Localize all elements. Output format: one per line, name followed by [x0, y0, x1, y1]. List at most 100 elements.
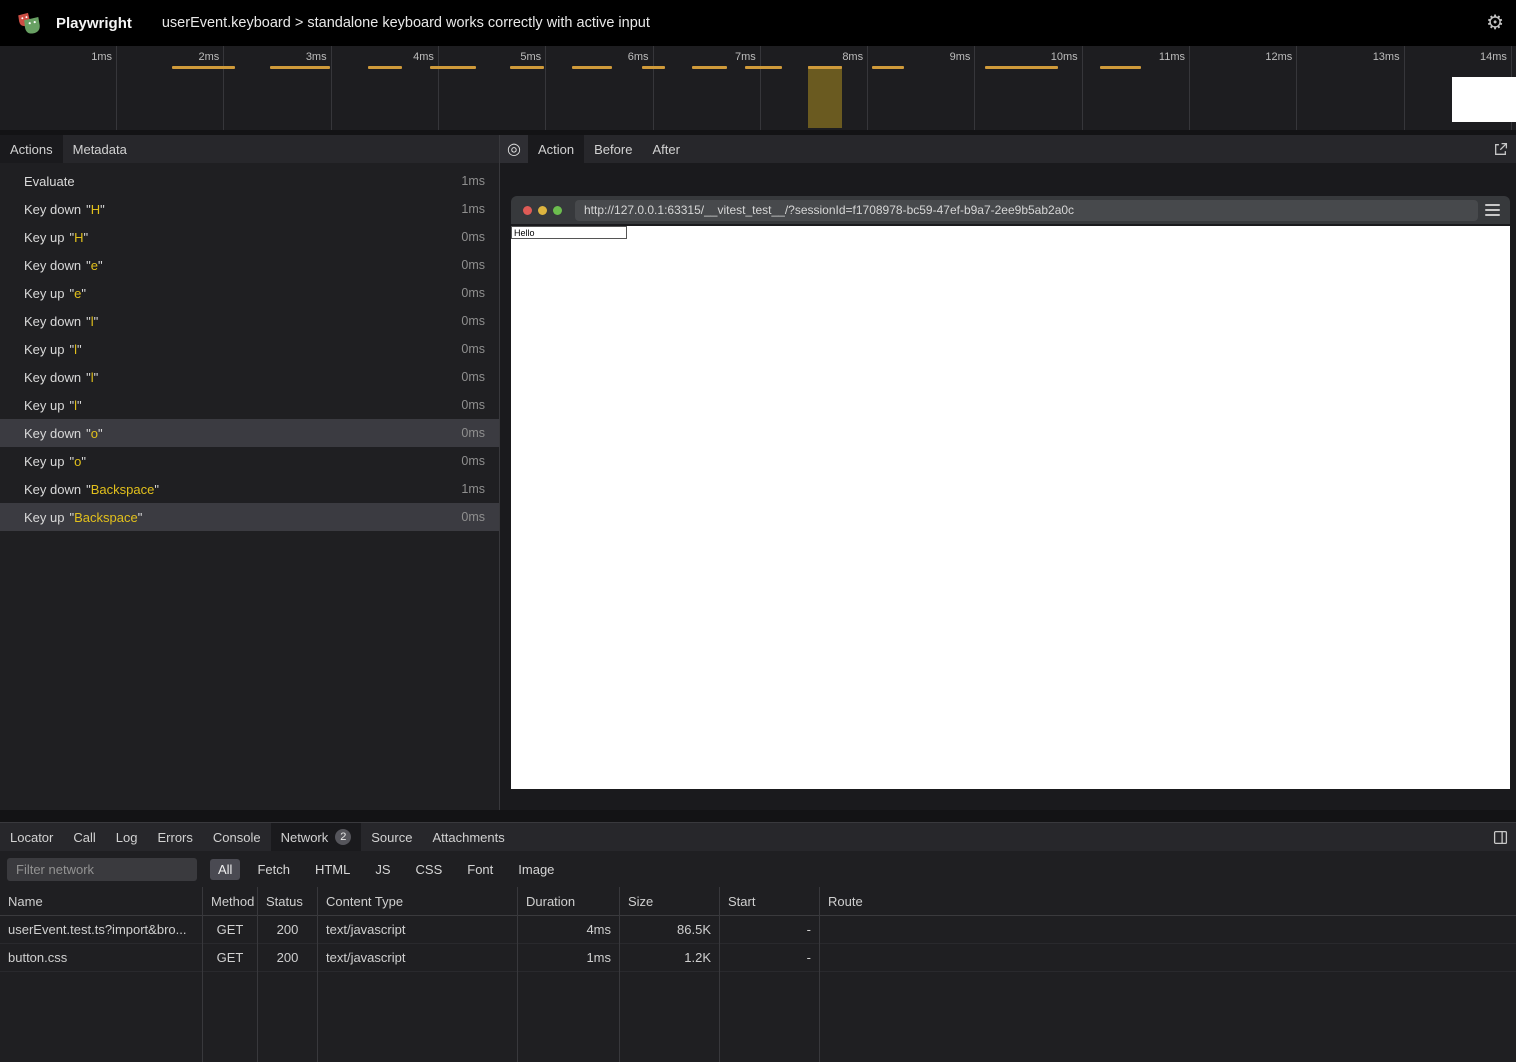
- network-filter-row: All Fetch HTML JS CSS Font Image: [0, 851, 1516, 887]
- tab-label: Action: [538, 142, 574, 157]
- action-row[interactable]: Evaluate1ms: [0, 167, 499, 195]
- network-table: NameuserEvent.test.ts?import&bro...butto…: [0, 887, 1516, 1062]
- network-column-duration: Duration4ms1ms: [518, 887, 620, 1062]
- timeline-gridline: [1082, 46, 1083, 130]
- tab-network[interactable]: Network2: [271, 823, 362, 851]
- details-tabbar: LocatorCallLogErrors Console Network2 Sourc…: [0, 823, 1516, 851]
- network-cell[interactable]: [820, 944, 1516, 972]
- filter-chip-html[interactable]: HTML: [307, 859, 358, 880]
- network-column-start: Start--: [720, 887, 820, 1062]
- action-key: "H": [86, 202, 105, 217]
- filter-chip-image[interactable]: Image: [510, 859, 562, 880]
- tab-label: Metadata: [73, 142, 127, 157]
- action-duration: 0ms: [461, 398, 499, 412]
- timeline-tick-label: 1ms: [24, 51, 112, 63]
- filter-chip-all[interactable]: All: [210, 859, 240, 880]
- network-cell[interactable]: 1ms: [518, 944, 619, 972]
- timeline-tick-label: 10ms: [990, 51, 1078, 63]
- timeline-action-mark: [692, 66, 727, 69]
- timeline-tick-label: 5ms: [453, 51, 541, 63]
- timeline-gridline: [760, 46, 761, 130]
- browser-chrome: http://127.0.0.1:63315/__vitest_test__/?…: [511, 196, 1510, 224]
- network-column-header: Size: [620, 887, 719, 916]
- tab-source[interactable]: Source: [361, 823, 422, 851]
- timeline-action-mark: [270, 66, 330, 69]
- tab-after[interactable]: After: [642, 135, 689, 163]
- network-cell[interactable]: [820, 916, 1516, 944]
- action-row[interactable]: Key up"H"0ms: [0, 223, 499, 251]
- action-row[interactable]: Key up"e"0ms: [0, 279, 499, 307]
- settings-gear-icon[interactable]: ⚙: [1486, 13, 1504, 33]
- timeline[interactable]: 1ms2ms3ms4ms5ms6ms7ms8ms9ms10ms11ms12ms1…: [0, 46, 1516, 130]
- tab-action[interactable]: Action: [528, 135, 584, 163]
- action-row[interactable]: Key up"o"0ms: [0, 447, 499, 475]
- layout-toggle-icon[interactable]: [1493, 823, 1508, 851]
- network-column-status: Status200200: [258, 887, 318, 1062]
- network-cell[interactable]: text/javascript: [318, 916, 517, 944]
- action-row[interactable]: Key down"l"0ms: [0, 307, 499, 335]
- action-key: "l": [86, 370, 98, 385]
- action-row[interactable]: Key up"l"0ms: [0, 335, 499, 363]
- open-snapshot-external-icon[interactable]: [1493, 135, 1508, 163]
- action-row[interactable]: Key up"Backspace"0ms: [0, 503, 499, 531]
- actions-list: Evaluate1msKey down"H"1msKey up"H"0msKey…: [0, 163, 499, 531]
- tab-before[interactable]: Before: [584, 135, 642, 163]
- action-key: "o": [69, 454, 85, 469]
- action-label: Key down: [24, 258, 81, 273]
- network-cell[interactable]: 200: [258, 916, 317, 944]
- action-key: "o": [86, 426, 102, 441]
- tab-label: Console: [213, 830, 261, 845]
- action-row[interactable]: Key down"e"0ms: [0, 251, 499, 279]
- tab-log[interactable]: Log: [106, 823, 148, 851]
- network-cell[interactable]: userEvent.test.ts?import&bro...: [0, 916, 202, 944]
- tab-console[interactable]: Console: [203, 823, 271, 851]
- network-column-header: Route: [820, 887, 1516, 916]
- network-cell[interactable]: GET: [203, 916, 257, 944]
- network-column-header: Method: [203, 887, 257, 916]
- network-cell[interactable]: 200: [258, 944, 317, 972]
- timeline-tick-label: 6ms: [561, 51, 649, 63]
- pick-locator-target-icon[interactable]: ◎: [500, 135, 528, 163]
- timeline-gridline: [223, 46, 224, 130]
- tab-attachments[interactable]: Attachments: [422, 823, 514, 851]
- network-cell[interactable]: 1.2K: [620, 944, 719, 972]
- action-key: "e": [69, 286, 85, 301]
- timeline-selected-span: [808, 66, 842, 128]
- tab-metadata[interactable]: Metadata: [63, 135, 137, 163]
- network-cell[interactable]: 86.5K: [620, 916, 719, 944]
- film-strip-frame[interactable]: [1452, 77, 1516, 122]
- action-row[interactable]: Key down"o"0ms: [0, 419, 499, 447]
- network-cell[interactable]: button.css: [0, 944, 202, 972]
- network-cell[interactable]: -: [720, 916, 819, 944]
- action-row[interactable]: Key down "Backspace" 1ms: [0, 475, 499, 503]
- network-cell[interactable]: 4ms: [518, 916, 619, 944]
- tab-locator[interactable]: Locator: [0, 823, 63, 851]
- action-duration: 1ms: [461, 482, 499, 496]
- timeline-tick-label: 4ms: [346, 51, 434, 63]
- filter-chip-fetch[interactable]: Fetch: [249, 859, 298, 880]
- tab-label: Source: [371, 830, 412, 845]
- trace-title: userEvent.keyboard > standalone keyboard…: [162, 15, 650, 31]
- network-cell[interactable]: text/javascript: [318, 944, 517, 972]
- action-label: Key up: [24, 510, 64, 525]
- action-key: "Backspace": [86, 482, 159, 497]
- tab-actions[interactable]: Actions: [0, 135, 63, 163]
- timeline-gridline: [545, 46, 546, 130]
- filter-chip-css[interactable]: CSS: [408, 859, 451, 880]
- network-filter-input[interactable]: [7, 858, 197, 881]
- action-row[interactable]: Key down"l"0ms: [0, 363, 499, 391]
- timeline-gridline: [438, 46, 439, 130]
- network-cell[interactable]: GET: [203, 944, 257, 972]
- tab-errors[interactable]: Errors: [147, 823, 202, 851]
- tab-label: After: [652, 142, 679, 157]
- actions-tabbar: Actions Metadata: [0, 135, 499, 163]
- action-label: Key down: [24, 482, 81, 497]
- filter-chip-js[interactable]: JS: [367, 859, 398, 880]
- action-row[interactable]: Key down"H"1ms: [0, 195, 499, 223]
- tab-call[interactable]: Call: [63, 823, 105, 851]
- action-key: "l": [69, 398, 81, 413]
- network-cell[interactable]: -: [720, 944, 819, 972]
- action-label: Evaluate: [24, 174, 75, 189]
- action-row[interactable]: Key up"l"0ms: [0, 391, 499, 419]
- filter-chip-font[interactable]: Font: [459, 859, 501, 880]
